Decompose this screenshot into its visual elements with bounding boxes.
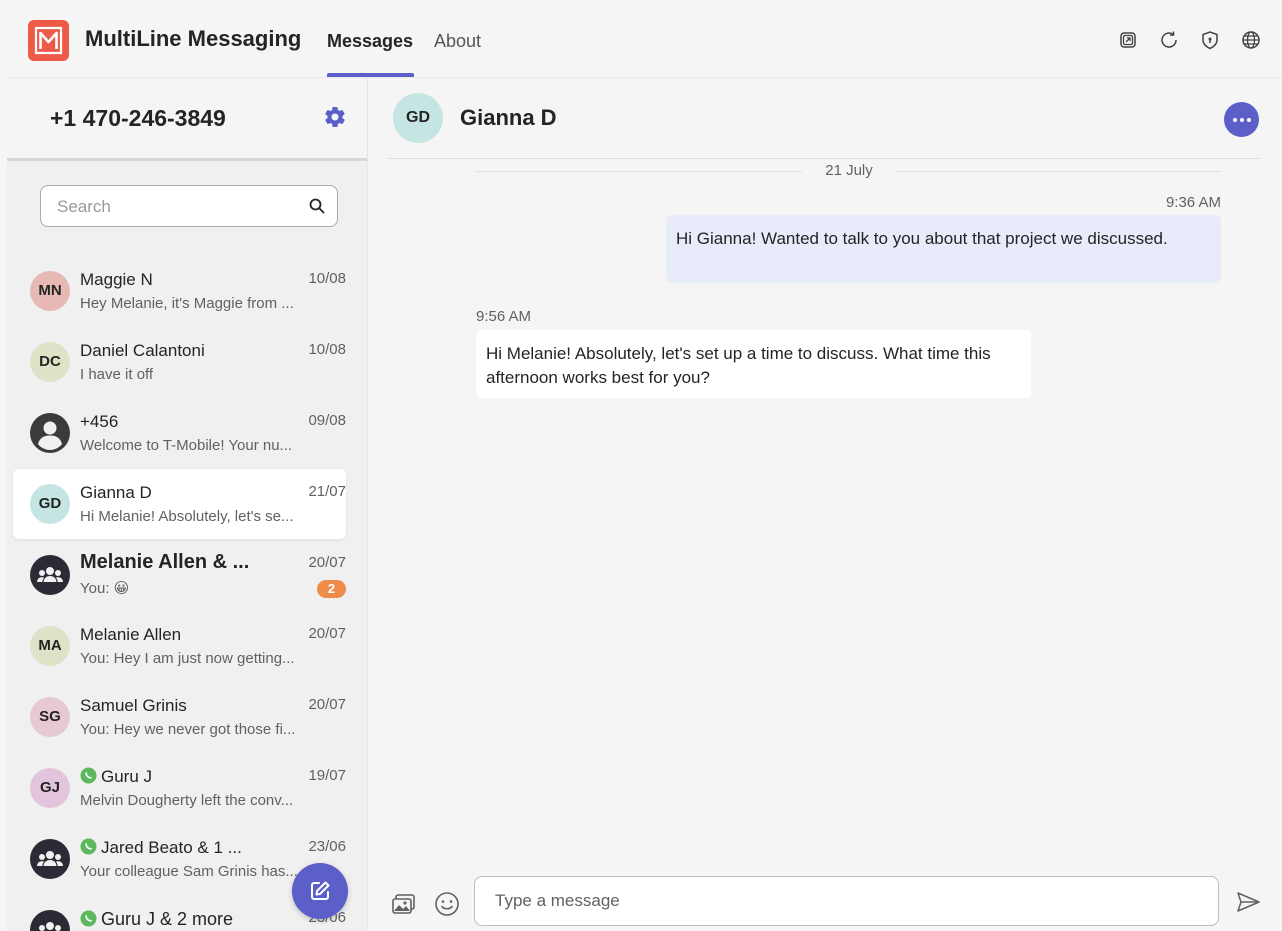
conversation-item-selected[interactable]: GD Gianna D 21/07 Hi Melanie! Absolutely…	[13, 469, 346, 539]
message-input-placeholder: Type a message	[495, 891, 620, 910]
contact-name: Gianna D	[460, 105, 557, 130]
conversation-preview: You: Hey I am just now getting...	[80, 650, 295, 667]
app-window: MultiLine Messaging Messages About +1 47…	[7, 7, 1282, 931]
message-time: 9:56 AM	[476, 308, 532, 325]
conversation-name: Melanie Allen & ...	[80, 551, 250, 573]
conversation-preview: Melvin Dougherty left the conv...	[80, 792, 294, 809]
conversation-preview: Hi Melanie! Absolutely, let's se...	[80, 508, 294, 525]
dot	[1233, 118, 1237, 122]
avatar: GJ	[30, 768, 70, 808]
conversation-name: Gianna D	[80, 483, 152, 502]
contact-avatar: GD	[393, 93, 443, 143]
shield-icon[interactable]	[1199, 29, 1221, 51]
conversation-preview: I have it off	[80, 366, 154, 383]
conversation-name-text: Jared Beato & 1 ...	[101, 838, 242, 857]
chat-header: GD Gianna D	[388, 78, 1260, 159]
globe-icon[interactable]	[1240, 29, 1262, 51]
active-tab-indicator	[327, 73, 414, 77]
dot	[1240, 118, 1244, 122]
conversation-name: Daniel Calantoni	[80, 341, 205, 360]
app-title: MultiLine Messaging	[85, 26, 302, 51]
conversation-date: 20/07	[308, 554, 346, 571]
more-options-button[interactable]	[1224, 102, 1259, 137]
message-time: 9:36 AM	[1165, 194, 1221, 211]
group-avatar-icon	[30, 910, 70, 931]
new-message-button[interactable]	[292, 863, 348, 919]
conversation-name: Samuel Grinis	[80, 696, 187, 715]
conversation-date: 23/06	[308, 838, 346, 855]
conversation-name: Guru J	[80, 767, 280, 787]
conversation-item[interactable]: DC Daniel Calantoni 10/08 I have it off	[13, 327, 346, 397]
group-avatar-icon	[30, 555, 70, 595]
avatar: SG	[30, 697, 70, 737]
phone-number: +1 470-246-3849	[50, 105, 226, 131]
avatar: GD	[30, 484, 70, 524]
tab-about[interactable]: About	[434, 31, 481, 52]
date-divider-label: 21 July	[825, 162, 873, 179]
chat-panel: GD Gianna D 21 July 9:36 AM Hi Gianna! W…	[368, 78, 1282, 931]
conversation-date: 10/08	[308, 341, 346, 358]
refresh-icon[interactable]	[1158, 29, 1180, 51]
conversation-preview: Your colleague Sam Grinis has...	[80, 863, 298, 880]
search-input[interactable]: Search	[40, 185, 338, 227]
whatsapp-icon	[80, 767, 97, 784]
conversation-name-text: Guru J & 2 more	[101, 909, 234, 929]
conversation-name: Jared Beato & 1 ...	[80, 838, 280, 858]
conversation-preview: You: 😀	[80, 580, 130, 597]
top-bar: MultiLine Messaging Messages About	[7, 7, 1282, 78]
search-icon	[309, 198, 325, 214]
whatsapp-icon	[80, 910, 97, 927]
phone-line-header: +1 470-246-3849	[7, 78, 367, 161]
conversation-sidebar: +1 470-246-3849 Search MN Maggie N 10/08…	[7, 78, 368, 931]
gear-icon[interactable]	[323, 105, 347, 129]
search-placeholder: Search	[57, 197, 111, 216]
conversation-preview: Welcome to T-Mobile! Your nu...	[80, 437, 293, 454]
conversation-date: 09/08	[308, 412, 346, 429]
conversation-preview: Hey Melanie, it's Maggie from ...	[80, 295, 294, 312]
conversation-item[interactable]: MN Maggie N 10/08 Hey Melanie, it's Magg…	[13, 256, 346, 326]
dot	[1247, 118, 1251, 122]
app-logo-icon	[28, 20, 69, 61]
popout-icon[interactable]	[1117, 29, 1139, 51]
conversation-name: +456	[80, 412, 119, 431]
conversation-name: Maggie N	[80, 270, 153, 289]
conversation-item[interactable]: Melanie Allen & ... 20/07 You: 😀 2	[13, 540, 346, 610]
conversation-item[interactable]: +456 09/08 Welcome to T-Mobile! Your nu.…	[13, 398, 346, 468]
compose-icon	[311, 881, 330, 900]
person-avatar-icon	[30, 413, 70, 453]
group-avatar-icon	[30, 839, 70, 879]
conversation-name-text: Guru J	[101, 767, 153, 786]
tab-messages[interactable]: Messages	[327, 31, 413, 52]
conversation-date: 19/07	[308, 767, 346, 784]
avatar: MA	[30, 626, 70, 666]
emoji-icon[interactable]	[433, 890, 461, 918]
send-icon[interactable]	[1234, 888, 1262, 916]
message-composer: Type a message	[368, 868, 1282, 928]
conversation-item[interactable]: SG Samuel Grinis 20/07 You: Hey we never…	[13, 682, 346, 752]
outgoing-message: Hi Gianna! Wanted to talk to you about t…	[666, 215, 1221, 283]
conversation-date: 20/07	[308, 625, 346, 642]
conversation-date: 10/08	[308, 270, 346, 287]
date-divider: 21 July	[476, 161, 1222, 181]
conversation-name: Melanie Allen	[80, 625, 182, 644]
conversation-date: 21/07	[308, 483, 346, 500]
avatar: DC	[30, 342, 70, 382]
conversation-name: Guru J & 2 more	[80, 909, 280, 930]
conversation-item[interactable]: MA Melanie Allen 20/07 You: Hey I am jus…	[13, 611, 346, 681]
image-attach-icon[interactable]	[390, 890, 418, 918]
conversation-item[interactable]: GJ Guru J 19/07 Melvin Dougherty left th…	[13, 753, 346, 823]
whatsapp-icon	[80, 838, 97, 855]
avatar: MN	[30, 271, 70, 311]
incoming-message: Hi Melanie! Absolutely, let's set up a t…	[476, 330, 1031, 398]
message-input[interactable]: Type a message	[474, 876, 1219, 926]
conversation-date: 20/07	[308, 696, 346, 713]
conversation-preview: You: Hey we never got those fi...	[80, 721, 296, 738]
unread-count-badge: 2	[317, 580, 346, 598]
